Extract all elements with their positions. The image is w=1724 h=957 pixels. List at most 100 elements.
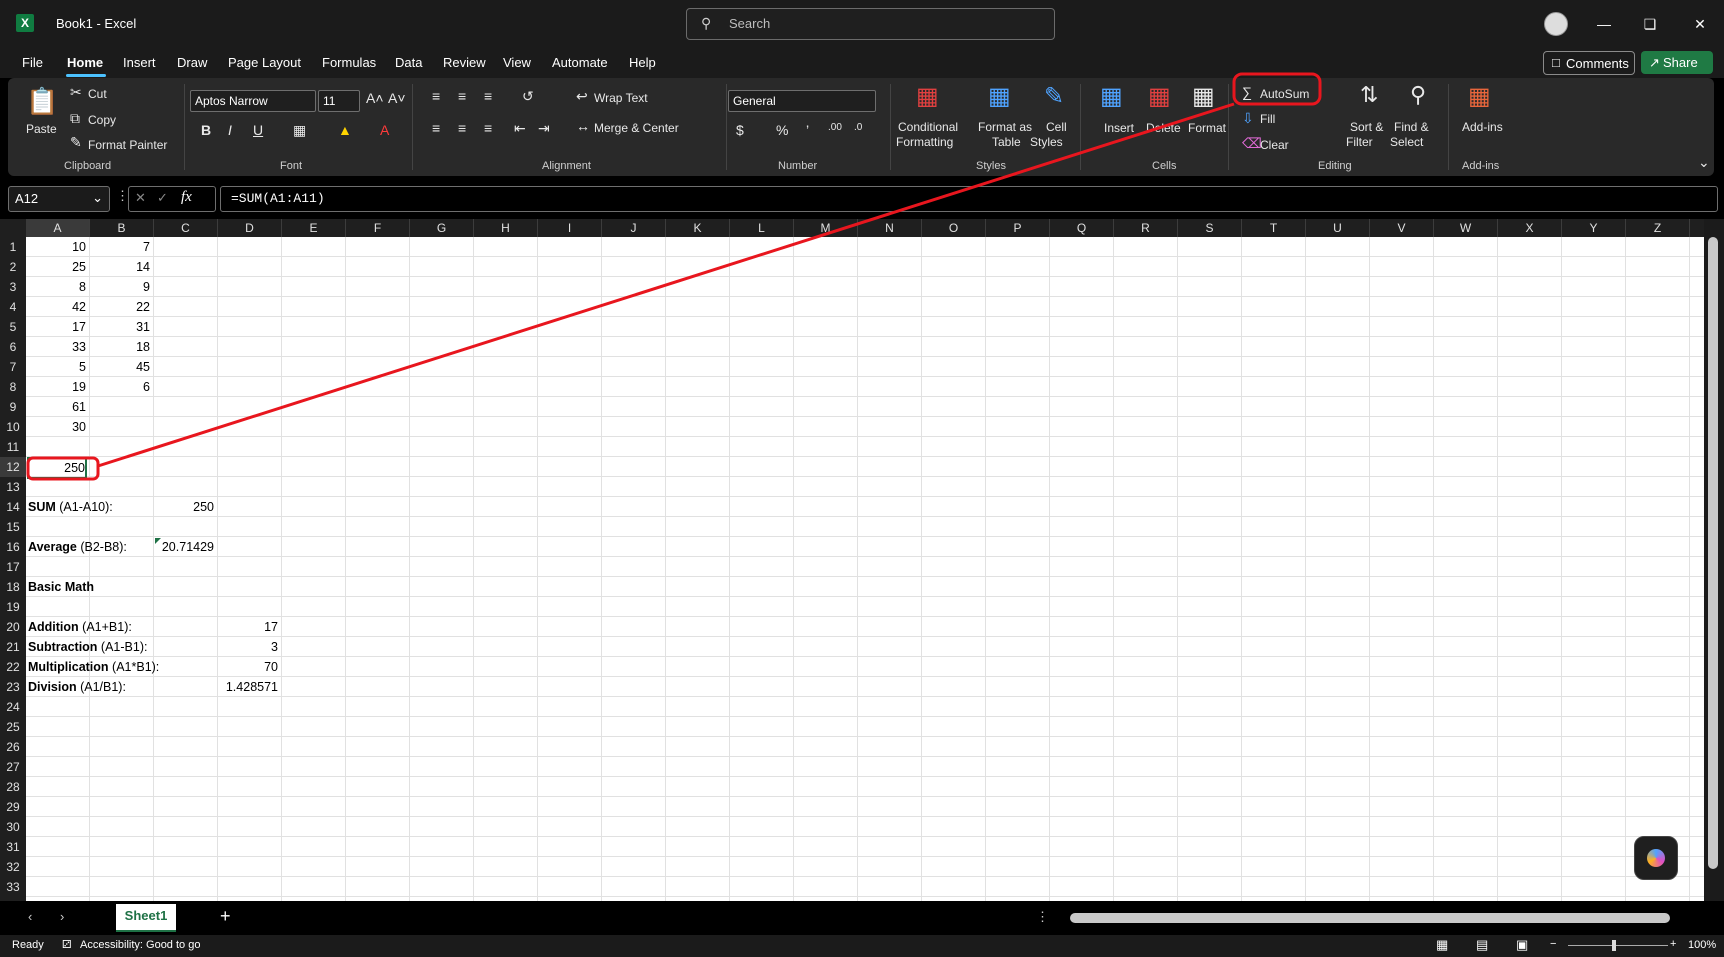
orientation-icon[interactable]: ↺	[522, 88, 534, 105]
menu-view[interactable]: View	[503, 55, 531, 70]
cell-b5[interactable]: 31	[92, 317, 150, 337]
column-header-d[interactable]: D	[218, 219, 282, 237]
align-left-icon[interactable]: ≡	[432, 120, 440, 136]
row-header-17[interactable]: 17	[0, 557, 26, 577]
more-sheets-icon[interactable]: ⋮	[1036, 909, 1049, 925]
cell-c14[interactable]: 250	[156, 497, 214, 517]
column-header-a[interactable]: A	[26, 219, 90, 239]
menu-draw[interactable]: Draw	[177, 55, 207, 70]
row-header-6[interactable]: 6	[0, 337, 26, 357]
column-header-i[interactable]: I	[538, 219, 602, 237]
row-header-5[interactable]: 5	[0, 317, 26, 337]
select-all-corner[interactable]	[0, 219, 27, 237]
zoom-level[interactable]: 100%	[1688, 939, 1716, 951]
column-header-t[interactable]: T	[1242, 219, 1306, 237]
share-button[interactable]: ↗ Share	[1641, 51, 1713, 74]
font-name-select[interactable]: Aptos Narrow	[190, 90, 316, 112]
copy-button[interactable]: Copy	[88, 113, 116, 127]
column-header-r[interactable]: R	[1114, 219, 1178, 237]
sort-filter-button[interactable]: Sort &	[1350, 120, 1383, 134]
column-header-c[interactable]: C	[154, 219, 218, 237]
copilot-button[interactable]	[1634, 836, 1678, 880]
cell-c16[interactable]: 20.71429	[156, 537, 214, 557]
menu-file[interactable]: File	[22, 55, 43, 70]
cell-a9[interactable]: 61	[28, 397, 86, 417]
fill-color-icon[interactable]: ▲	[338, 122, 352, 138]
cell-a23[interactable]: Division (A1/B1):	[28, 677, 126, 697]
increase-font-icon[interactable]: A˄	[366, 90, 384, 106]
row-header-10[interactable]: 10	[0, 417, 26, 437]
menu-home[interactable]: Home	[67, 55, 103, 70]
menu-help[interactable]: Help	[629, 55, 656, 70]
row-header-18[interactable]: 18	[0, 577, 26, 597]
clear-button[interactable]: Clear	[1260, 138, 1289, 152]
cell-styles-button[interactable]: Cell	[1046, 120, 1067, 134]
align-top-icon[interactable]: ≡	[432, 88, 440, 104]
cell-d22[interactable]: 70	[220, 657, 278, 677]
maximize-icon[interactable]: ❏	[1638, 12, 1662, 36]
row-header-22[interactable]: 22	[0, 657, 26, 677]
increase-indent-icon[interactable]: ⇥	[538, 120, 550, 137]
menu-insert[interactable]: Insert	[123, 55, 156, 70]
merge-center-button[interactable]: Merge & Center	[594, 121, 679, 135]
column-header-h[interactable]: H	[474, 219, 538, 237]
close-icon[interactable]: ✕	[1688, 12, 1712, 36]
row-header-11[interactable]: 11	[0, 437, 26, 457]
page-break-view-icon[interactable]: ▣	[1516, 937, 1528, 953]
zoom-out-icon[interactable]: −	[1550, 938, 1556, 950]
insert-cells-icon[interactable]: ▦	[1100, 82, 1123, 111]
comments-button[interactable]: □ Comments	[1543, 51, 1635, 75]
cell-b8[interactable]: 6	[92, 377, 150, 397]
row-header-23[interactable]: 23	[0, 677, 26, 697]
find-select-button[interactable]: Find &	[1394, 120, 1429, 134]
column-header-z[interactable]: Z	[1626, 219, 1690, 237]
cell-b7[interactable]: 45	[92, 357, 150, 377]
row-header-33[interactable]: 33	[0, 877, 26, 897]
column-header-y[interactable]: Y	[1562, 219, 1626, 237]
conditional-formatting-button[interactable]: Conditional	[898, 120, 958, 134]
cut-icon[interactable]: ✂	[70, 84, 82, 101]
column-header-v[interactable]: V	[1370, 219, 1434, 237]
align-right-icon[interactable]: ≡	[484, 120, 492, 136]
zoom-in-icon[interactable]: +	[1670, 938, 1676, 950]
normal-view-icon[interactable]: ▦	[1436, 937, 1448, 953]
delete-cells-button[interactable]: Delete	[1146, 121, 1181, 135]
fill-button[interactable]: Fill	[1260, 112, 1275, 126]
worksheet-grid[interactable]	[26, 237, 1704, 901]
row-header-8[interactable]: 8	[0, 377, 26, 397]
insert-cells-button[interactable]: Insert	[1104, 121, 1134, 135]
cell-b1[interactable]: 7	[92, 237, 150, 257]
horizontal-scroll-thumb[interactable]	[1070, 913, 1670, 923]
wrap-text-icon[interactable]: ↩	[576, 88, 588, 105]
format-painter-icon[interactable]: ✎	[70, 134, 82, 151]
column-header-b[interactable]: B	[90, 219, 154, 237]
account-avatar[interactable]	[1544, 12, 1568, 36]
row-header-30[interactable]: 30	[0, 817, 26, 837]
comma-icon[interactable]: ’	[806, 122, 809, 138]
accessibility-status[interactable]: Accessibility: Good to go	[80, 939, 200, 951]
conditional-formatting-icon[interactable]: ▦	[916, 82, 939, 111]
prev-sheet-icon[interactable]: ‹	[28, 909, 32, 924]
cell-styles-icon[interactable]: ✎	[1044, 82, 1064, 111]
row-header-28[interactable]: 28	[0, 777, 26, 797]
autosum-icon[interactable]: ∑	[1242, 84, 1252, 100]
row-header-3[interactable]: 3	[0, 277, 26, 297]
number-format-select[interactable]: General	[728, 90, 876, 112]
row-header-31[interactable]: 31	[0, 837, 26, 857]
collapse-ribbon-icon[interactable]: ⌄	[1698, 154, 1710, 171]
error-indicator-icon[interactable]	[155, 538, 161, 544]
cell-a2[interactable]: 25	[28, 257, 86, 277]
align-middle-icon[interactable]: ≡	[458, 88, 466, 104]
column-header-w[interactable]: W	[1434, 219, 1498, 237]
format-painter-button[interactable]: Format Painter	[88, 138, 167, 152]
sort-filter-icon[interactable]: ⇅	[1360, 82, 1378, 108]
row-header-14[interactable]: 14	[0, 497, 26, 517]
cancel-icon[interactable]: ✕	[135, 190, 146, 206]
cell-b6[interactable]: 18	[92, 337, 150, 357]
row-header-20[interactable]: 20	[0, 617, 26, 637]
bold-icon[interactable]: B	[201, 122, 211, 138]
minimize-icon[interactable]: —	[1592, 12, 1616, 36]
cut-button[interactable]: Cut	[88, 87, 107, 101]
italic-icon[interactable]: I	[228, 122, 232, 138]
font-size-select[interactable]: 11	[318, 90, 360, 112]
